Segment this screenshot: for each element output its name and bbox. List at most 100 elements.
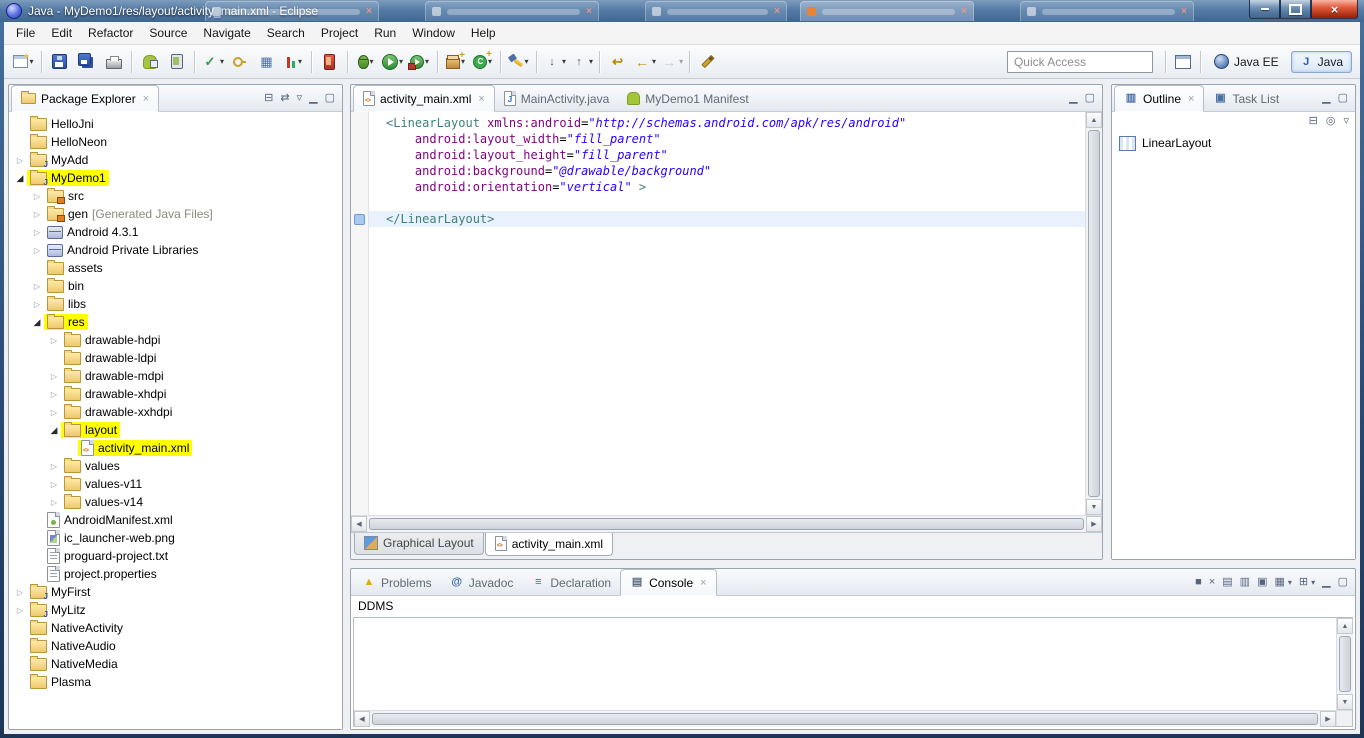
tree-item-nativeaudio[interactable]: NativeAudio bbox=[9, 637, 342, 655]
scrollbar-thumb[interactable] bbox=[372, 713, 1318, 725]
menu-item-window[interactable]: Window bbox=[404, 24, 463, 42]
save-button[interactable] bbox=[46, 50, 73, 74]
collapse-all-icon[interactable]: ⊟ bbox=[264, 93, 273, 104]
dropdown-arrow-icon[interactable]: ▾ bbox=[298, 57, 302, 66]
secure-key-button[interactable] bbox=[226, 50, 253, 74]
scroll-up-button[interactable]: ▲ bbox=[1337, 618, 1353, 634]
back-button[interactable]: ▾ bbox=[631, 50, 658, 74]
closed-expander-icon[interactable]: ▷ bbox=[30, 300, 44, 309]
tab-package-explorer[interactable]: Package Explorer × bbox=[11, 85, 160, 112]
scrollbar-thumb[interactable] bbox=[1088, 130, 1100, 497]
quick-access-input[interactable] bbox=[1006, 50, 1153, 73]
closed-expander-icon[interactable]: ▷ bbox=[30, 282, 44, 291]
android-sdk-manager-button[interactable] bbox=[136, 50, 163, 74]
focus-icon[interactable]: ◎ bbox=[1326, 116, 1336, 127]
editor-tab-activity-main-xml[interactable]: activity_main.xml× bbox=[353, 85, 495, 112]
code-line-3[interactable]: android:layout_height="fill_parent" bbox=[369, 147, 1085, 163]
tree-item-hellojni[interactable]: HelloJni bbox=[9, 115, 342, 133]
display-console-icon[interactable]: ▦ bbox=[1274, 577, 1284, 588]
code-line-1[interactable]: <LinearLayout xmlns:android="http://sche… bbox=[369, 115, 1085, 131]
new-java-package-button[interactable]: ▾ bbox=[442, 50, 469, 74]
tree-item-values[interactable]: ▷ values bbox=[9, 457, 342, 475]
minimize-window-button[interactable] bbox=[1249, 0, 1280, 19]
closed-expander-icon[interactable]: ▷ bbox=[47, 462, 61, 471]
menu-item-navigate[interactable]: Navigate bbox=[195, 24, 258, 42]
close-tab-icon[interactable]: × bbox=[1188, 93, 1194, 105]
outline-tab-outline[interactable]: ▥ Outline × bbox=[1114, 85, 1205, 112]
maximize-icon[interactable]: ▢ bbox=[1338, 93, 1348, 104]
maximize-window-button[interactable] bbox=[1280, 0, 1311, 19]
ddms-device-button[interactable] bbox=[316, 50, 343, 74]
closed-expander-icon[interactable]: ▷ bbox=[13, 588, 27, 597]
debug-button[interactable]: ▾ bbox=[352, 50, 379, 74]
tree-item-values-v11[interactable]: ▷ values-v11 bbox=[9, 475, 342, 493]
new-java-class-button[interactable]: ▾ bbox=[469, 49, 496, 74]
last-edit-location-button[interactable] bbox=[604, 50, 631, 74]
menu-item-refactor[interactable]: Refactor bbox=[80, 24, 141, 42]
closed-expander-icon[interactable]: ▷ bbox=[47, 498, 61, 507]
view-menu-icon[interactable]: ▿ bbox=[1343, 116, 1349, 127]
minimize-icon[interactable]: ▁ bbox=[1069, 93, 1077, 104]
closed-expander-icon[interactable]: ▷ bbox=[30, 228, 44, 237]
scroll-right-button[interactable]: ▶ bbox=[1086, 516, 1102, 532]
tree-item-values-v14[interactable]: ▷ values-v14 bbox=[9, 493, 342, 511]
open-console-dropdown-icon[interactable]: ▾ bbox=[1311, 578, 1315, 587]
editor-horizontal-scrollbar[interactable]: ◀ ▶ bbox=[351, 515, 1102, 532]
menu-item-run[interactable]: Run bbox=[366, 24, 404, 42]
dropdown-arrow-icon[interactable]: ▾ bbox=[562, 57, 566, 66]
scroll-down-button[interactable]: ▼ bbox=[1337, 694, 1353, 710]
tree-item-drawable-xhdpi[interactable]: ▷ drawable-xhdpi bbox=[9, 385, 342, 403]
tree-item-layout[interactable]: ◢ layout bbox=[9, 421, 342, 439]
closed-expander-icon[interactable]: ▷ bbox=[30, 246, 44, 255]
maximize-icon[interactable]: ▢ bbox=[1085, 93, 1095, 104]
tree-item-bin[interactable]: ▷ bin bbox=[9, 277, 342, 295]
close-window-button[interactable]: × bbox=[1311, 0, 1358, 19]
closed-expander-icon[interactable]: ▷ bbox=[47, 372, 61, 381]
tree-item-ic-launcher-web-png[interactable]: ic_launcher-web.png bbox=[9, 529, 342, 547]
view-menu-icon[interactable]: ▿ bbox=[297, 93, 303, 104]
open-perspective-button[interactable] bbox=[1170, 51, 1196, 73]
closed-expander-icon[interactable]: ▷ bbox=[47, 336, 61, 345]
tree-item-drawable-hdpi[interactable]: ▷ drawable-hdpi bbox=[9, 331, 342, 349]
save-all-button[interactable] bbox=[73, 50, 100, 74]
search-button[interactable]: ▾ bbox=[505, 50, 532, 74]
menu-item-edit[interactable]: Edit bbox=[43, 24, 80, 42]
closed-expander-icon[interactable]: ▷ bbox=[47, 408, 61, 417]
tree-item-helloneon[interactable]: HelloNeon bbox=[9, 133, 342, 151]
new-wizard-button[interactable]: ▾ bbox=[10, 50, 37, 74]
menu-item-source[interactable]: Source bbox=[141, 24, 195, 42]
tree-item-drawable-mdpi[interactable]: ▷ drawable-mdpi bbox=[9, 367, 342, 385]
console-tab-javadoc[interactable]: @ Javadoc bbox=[441, 570, 523, 595]
junit-run-button[interactable]: ▾ bbox=[199, 50, 226, 74]
tree-item-plasma[interactable]: Plasma bbox=[9, 673, 342, 691]
open-expander-icon[interactable]: ◢ bbox=[13, 173, 27, 184]
close-tab-icon[interactable]: × bbox=[478, 93, 484, 105]
dropdown-arrow-icon[interactable]: ▾ bbox=[220, 57, 224, 66]
scroll-left-button[interactable]: ◀ bbox=[351, 516, 367, 532]
closed-expander-icon[interactable]: ▷ bbox=[13, 606, 27, 615]
android-virtual-device-manager-button[interactable] bbox=[163, 50, 190, 74]
collapse-all-icon[interactable]: ⊟ bbox=[1309, 116, 1318, 127]
forward-button[interactable]: ▾ bbox=[658, 50, 685, 74]
minimize-icon[interactable]: ▁ bbox=[309, 93, 317, 104]
maximize-icon[interactable]: ▢ bbox=[325, 93, 335, 104]
tree-item-nativeactivity[interactable]: NativeActivity bbox=[9, 619, 342, 637]
tree-item-drawable-ldpi[interactable]: drawable-ldpi bbox=[9, 349, 342, 367]
tree-item-android-private-libraries[interactable]: ▷ Android Private Libraries bbox=[9, 241, 342, 259]
dropdown-arrow-icon[interactable]: ▾ bbox=[679, 57, 683, 66]
tree-item-project-properties[interactable]: project.properties bbox=[9, 565, 342, 583]
scroll-right-button[interactable]: ▶ bbox=[1320, 711, 1336, 727]
menu-item-project[interactable]: Project bbox=[313, 24, 366, 42]
console-output[interactable]: ▲ ▼ ◀ ▶ bbox=[353, 617, 1353, 727]
pin-console-icon[interactable]: ▣ bbox=[1257, 577, 1267, 588]
tree-item-mylitz[interactable]: ▷MyLitz bbox=[9, 601, 342, 619]
scrollbar-thumb[interactable] bbox=[1339, 636, 1351, 692]
dropdown-arrow-icon[interactable]: ▾ bbox=[525, 57, 529, 66]
closed-expander-icon[interactable]: ▷ bbox=[30, 210, 44, 219]
clear-console-icon[interactable]: ▤ bbox=[1222, 577, 1232, 588]
console-text-area[interactable] bbox=[354, 618, 1336, 710]
line-marker-icon[interactable] bbox=[354, 213, 365, 225]
closed-expander-icon[interactable]: ▷ bbox=[13, 156, 27, 165]
editor-tab-mydemo1-manifest[interactable]: MyDemo1 Manifest bbox=[618, 86, 757, 111]
closed-expander-icon[interactable]: ▷ bbox=[30, 192, 44, 201]
